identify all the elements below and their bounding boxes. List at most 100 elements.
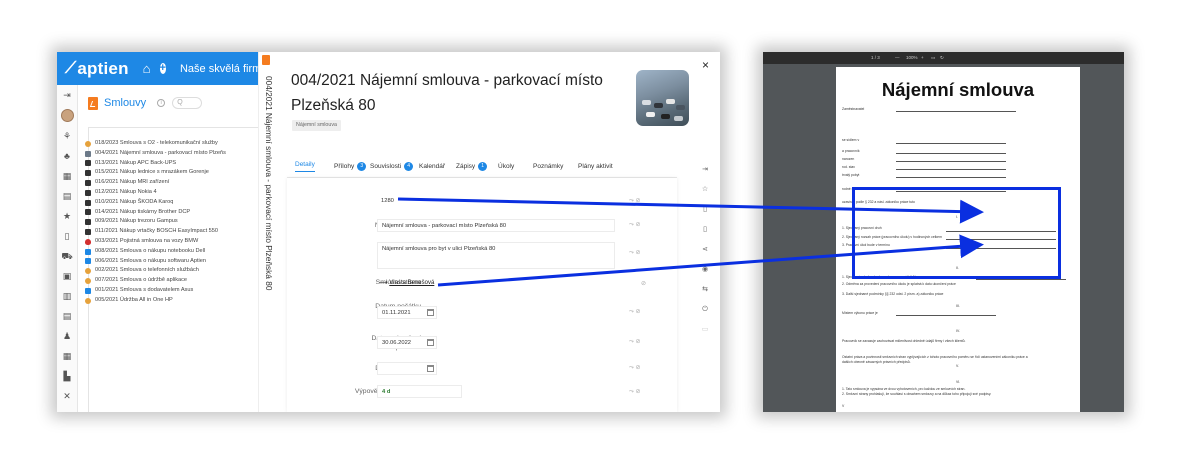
share-icon[interactable]: ⋖ (701, 246, 709, 254)
tools-icon[interactable]: ✕ (60, 391, 74, 402)
star-icon[interactable]: ★ (60, 211, 74, 222)
trash-icon[interactable]: ▭ (701, 326, 709, 334)
tab-0[interactable]: Detaily (295, 161, 315, 172)
calendar-icon[interactable]: ▦ (60, 171, 74, 182)
pdf-text-line: rod. stav (842, 165, 856, 169)
pdf-underline (976, 279, 1066, 280)
list-item[interactable]: 013/2021 Nákup APC Back-UPS (85, 159, 260, 169)
rotate-icon[interactable]: ↻ (940, 52, 944, 64)
tab-label: Poznámky (533, 162, 564, 170)
cart-icon (85, 199, 91, 206)
aptien-window: ⟋ aptien ⌂ + Naše skvělá firma ⇥ ⚘ ♣ ▦ ▤ … (57, 52, 720, 412)
module-title: Smlouvy (104, 97, 147, 109)
list-item[interactable]: 002/2021 Smlouva o telefonních službách (85, 266, 260, 276)
pdf-toolbar: 1 / 3 — 100% + ▭ ↻ (763, 52, 1124, 64)
history-icon[interactable]: ⤳ ⊘ (629, 249, 641, 257)
zoom-level[interactable]: 100% (906, 52, 918, 64)
cart-icon (85, 189, 91, 196)
car-icon[interactable]: ▣ (60, 271, 74, 282)
add-icon[interactable]: + (159, 63, 166, 74)
search-input[interactable]: Q (172, 97, 203, 109)
list-item[interactable]: 010/2021 Nákup ŠKODA Karoq (85, 198, 260, 208)
exit-icon[interactable]: ⇥ (701, 166, 709, 174)
tab-7[interactable]: Plány aktivit (578, 163, 613, 170)
zoom-in-icon[interactable]: + (921, 52, 924, 64)
category-tag[interactable]: Nájemní smlouva (292, 120, 341, 131)
close-icon[interactable]: × (702, 58, 709, 72)
handshake-icon (85, 278, 91, 285)
document-icon[interactable]: ▯ (701, 206, 709, 214)
tab-3[interactable]: Kalendář (419, 163, 445, 170)
history-icon[interactable]: ⤳ ⊘ (629, 197, 641, 205)
tab-6[interactable]: Poznámky (533, 163, 563, 170)
list-item[interactable]: 009/2021 Nákup trezoru Gampus (85, 217, 260, 227)
notice-period-field[interactable]: 4 d (377, 385, 462, 398)
document-icon[interactable]: ▯ (60, 231, 74, 242)
tab-badge: 3 (357, 161, 367, 171)
list-item[interactable]: 012/2021 Nákup Nokia 4 (85, 188, 260, 198)
document-title: Nájemní smlouva (881, 79, 1035, 100)
doc-icon (85, 150, 91, 157)
contract-name-field[interactable]: Nájemní smlouva - parkovací místo Plzeňs… (377, 219, 615, 232)
history-icon[interactable]: ⤳ ⊘ (629, 308, 641, 316)
history-icon[interactable]: ⤳ ⊘ (629, 364, 641, 372)
list-item[interactable]: 003/2021 Pojistná smlouva na vozy BMW (85, 237, 260, 247)
box-icon[interactable]: ▤ (60, 191, 74, 202)
switch-icon[interactable]: ⇆ (701, 286, 709, 294)
grid-icon[interactable]: ▥ (60, 291, 74, 302)
company-name[interactable]: Naše skvělá firma (180, 63, 267, 75)
list-item[interactable]: 015/2021 Nákup lednice s mrazákem Gorenj… (85, 168, 260, 178)
avatar[interactable] (61, 109, 74, 122)
detail-form (287, 178, 677, 412)
list-item[interactable]: 001/2021 Smlouva s dodavatelem Asus (85, 286, 260, 296)
home-icon[interactable]: ⌂ (143, 61, 151, 76)
shield-icon (85, 238, 91, 245)
fit-page-icon[interactable]: ▭ (931, 52, 935, 64)
parking-thumbnail[interactable] (636, 70, 689, 126)
party-value[interactable]: ⟶ Vlasta Benešová (379, 279, 434, 286)
history-icon[interactable]: ⤳ ⊘ (629, 388, 641, 396)
power-icon[interactable]: ⏻ (701, 306, 709, 314)
list-item-label: 008/2021 Smlouva o nákupu notebooku Dell (95, 247, 206, 254)
collapse-icon[interactable]: ⇥ (60, 90, 74, 101)
chart-icon[interactable]: ▙ (60, 371, 74, 382)
tab-1[interactable]: Přílohy 3 (334, 161, 367, 171)
tab-5[interactable]: Úkoly (498, 163, 514, 170)
building-icon[interactable]: ▦ (60, 351, 74, 362)
list-item[interactable]: 016/2021 Nákup MRI zařízení (85, 178, 260, 188)
calendar-icon[interactable] (427, 339, 434, 346)
contract-number-value[interactable]: 1280 (377, 195, 472, 208)
attach-icon[interactable]: ⊘ (641, 280, 646, 287)
calendar-icon[interactable] (427, 365, 434, 372)
pdf-text-line: narozen (842, 157, 855, 161)
history-icon[interactable]: ⤳ ⊘ (629, 338, 641, 346)
list-item[interactable]: 006/2021 Smlouva o nákupu softwaru Aptie… (85, 257, 260, 267)
pdf-icon[interactable]: ▯ (701, 226, 709, 234)
list-item[interactable]: 011/2021 Nákup vrtačky BOSCH EasyImpact … (85, 227, 260, 237)
cart-icon[interactable]: ⛟ (60, 251, 74, 262)
aptien-logo[interactable]: ⟋ aptien (65, 59, 129, 79)
page-indicator[interactable]: 1 / 3 (871, 52, 880, 64)
star-icon[interactable]: ☆ (701, 186, 709, 194)
tree-icon[interactable]: ♣ (60, 151, 74, 162)
list-item[interactable]: 014/2021 Nákup tiskárny Brother DCP (85, 208, 260, 218)
list-item[interactable]: 005/2021 Údržba All in One HP (85, 296, 260, 306)
org-icon[interactable]: ⚘ (60, 131, 74, 142)
tab-2[interactable]: Souvislosti 4 (370, 161, 414, 171)
list-item[interactable]: 008/2021 Smlouva o nákupu notebooku Dell (85, 247, 260, 257)
zoom-out-icon[interactable]: — (895, 52, 900, 64)
contracts-list: 018/2023 Smlouva s O2 - telekomunikační … (85, 139, 260, 306)
party-name-link[interactable]: Vlasta Benešová (389, 280, 434, 286)
list-item[interactable]: 007/2021 Smlouva o údržbě aplikace (85, 276, 260, 286)
pdf-text-line: Pracovník se zavazuje zachovávat mlčenli… (842, 339, 966, 343)
history-icon[interactable]: ⤳ ⊘ (629, 221, 641, 229)
clipboard-icon[interactable]: ▤ (60, 311, 74, 322)
eye-icon[interactable]: ◉ (701, 266, 709, 274)
calendar-icon[interactable] (427, 309, 434, 316)
description-field[interactable]: Nájemní smlouva pro byt v ulici Plzeňská… (377, 242, 615, 269)
list-item[interactable]: 004/2021 Nájemní smlouva - parkovací mís… (85, 149, 260, 159)
tab-4[interactable]: Zápisy 1 (456, 161, 488, 171)
info-icon[interactable]: i (157, 99, 166, 107)
list-item[interactable]: 018/2023 Smlouva s O2 - telekomunikační … (85, 139, 260, 149)
user-icon[interactable]: ♟ (60, 331, 74, 342)
